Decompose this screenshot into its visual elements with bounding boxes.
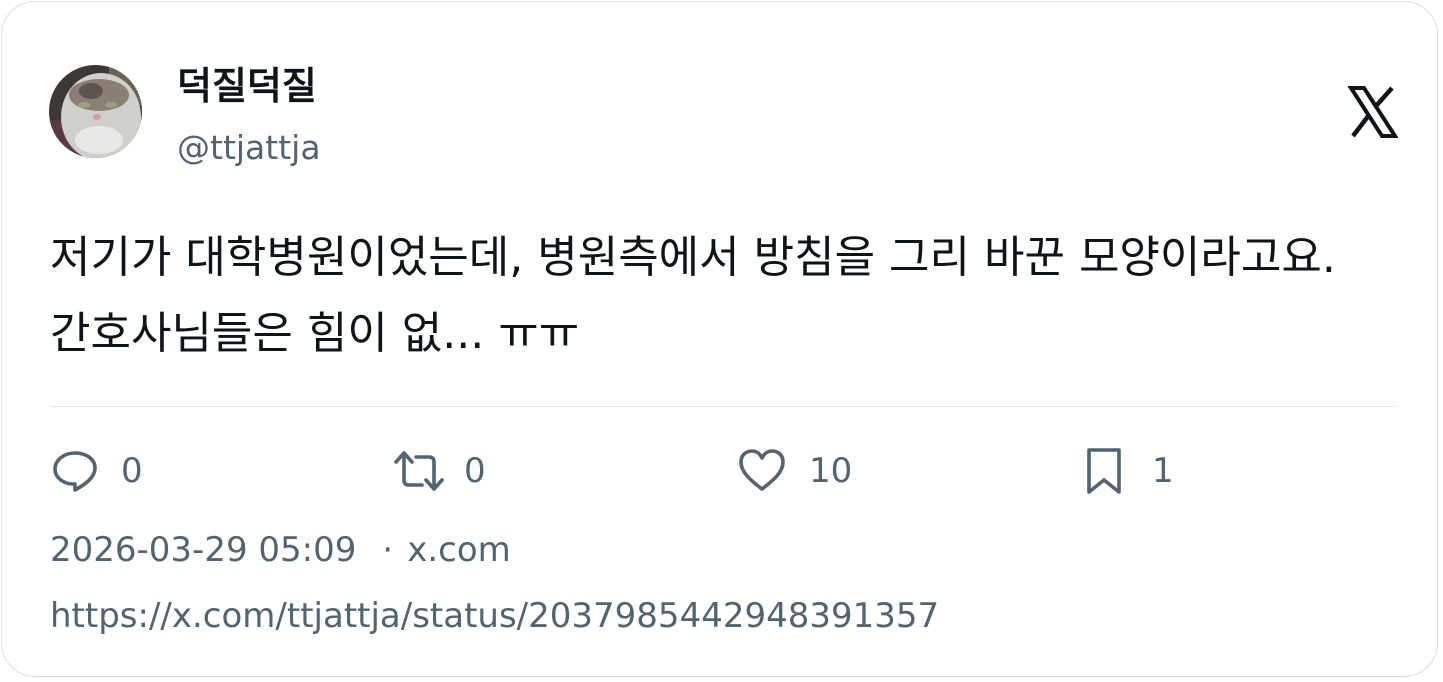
tweet-card: 덕질덕질 @ttjattja 저기가 대학병원이었는데, 병원측에서 방침을 그… (1, 1, 1438, 677)
like-count: 10 (809, 451, 853, 491)
tweet-text: 저기가 대학병원이었는데, 병원측에서 방침을 그리 바꾼 모양이라고요. 간호… (50, 232, 1336, 359)
bookmark-button[interactable]: 1 (1084, 443, 1174, 499)
reply-button[interactable]: 0 (51, 443, 143, 499)
reply-count: 0 (121, 451, 143, 491)
retweet-icon (392, 447, 446, 495)
cat-avatar-image (49, 65, 142, 158)
x-logo-icon[interactable] (1347, 85, 1399, 139)
display-name[interactable]: 덕질덕질 (177, 62, 317, 110)
timestamp[interactable]: 2026-03-29 05:09 (50, 530, 356, 570)
user-handle[interactable]: @ttjattja (177, 126, 321, 170)
divider (50, 406, 1396, 407)
tweet-meta: 2026-03-29 05:09 · x.com (50, 525, 511, 575)
retweet-button[interactable]: 0 (392, 443, 486, 499)
meta-separator: · (382, 530, 394, 570)
heart-icon (737, 447, 787, 495)
avatar[interactable] (49, 65, 142, 158)
source-domain[interactable]: x.com (407, 530, 511, 570)
like-button[interactable]: 10 (737, 443, 852, 499)
bookmark-count: 1 (1152, 451, 1174, 491)
status-url-link[interactable]: https://x.com/ttjattja/status/2037985442… (50, 591, 939, 641)
bookmark-icon (1084, 446, 1124, 496)
reply-icon (51, 447, 99, 495)
retweet-count: 0 (464, 451, 486, 491)
